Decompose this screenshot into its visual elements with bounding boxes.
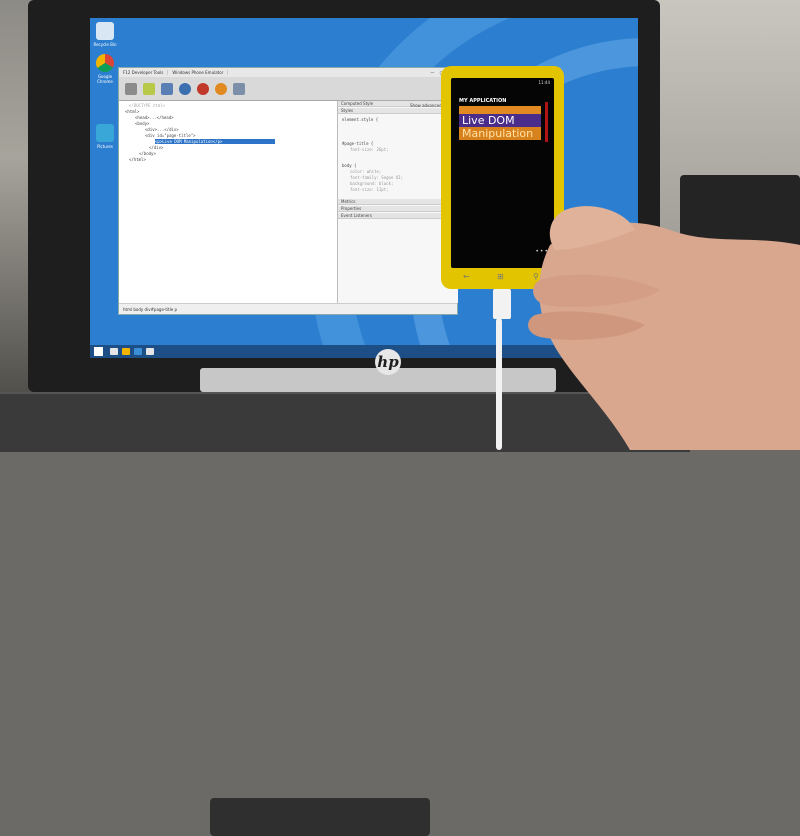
desktop-icon-label: Recycle Bin: [93, 42, 117, 47]
metrics-section[interactable]: Metrics: [338, 199, 458, 205]
styles-pane[interactable]: Computed Style Styles Show advanced elem…: [337, 101, 458, 303]
usb-plug: [493, 289, 511, 319]
taskbar-app-icon[interactable]: [146, 348, 154, 355]
element-style-rule: element.style {: [342, 117, 379, 122]
dom-node[interactable]: <body>: [135, 121, 149, 126]
dom-tree[interactable]: <!DOCTYPE html> <html> <head>...</head> …: [119, 101, 335, 303]
style-rule-property[interactable]: background: black;: [350, 181, 393, 186]
pictures-icon[interactable]: Pictures: [93, 124, 117, 149]
dom-node[interactable]: </div>: [149, 145, 163, 150]
style-rule-selector: #page-title {: [342, 141, 374, 146]
live-dom-text: Live DOM: [459, 114, 541, 127]
style-rule-property[interactable]: font-family: Segoe UI;: [350, 175, 403, 180]
dom-node-selected[interactable]: <p>Live DOM Manipulation</p>: [155, 139, 275, 144]
console-tool-icon[interactable]: [161, 82, 173, 95]
taskbar-app-icon[interactable]: [122, 348, 130, 355]
dom-node[interactable]: </html>: [129, 157, 146, 162]
devtools-window[interactable]: F12 Developer Tools Windows Phone Emulat…: [118, 67, 458, 315]
dom-node[interactable]: <div>...</div>: [145, 127, 179, 132]
dom-node[interactable]: <head>...</head>: [135, 115, 174, 120]
pictures-glyph: [96, 124, 114, 142]
devtools-toolbar: [119, 77, 457, 101]
devtools-body: <!DOCTYPE html> <html> <head>...</head> …: [119, 101, 458, 303]
properties-section[interactable]: Properties: [338, 206, 458, 212]
taskbar-app-icon[interactable]: [134, 348, 142, 355]
app-title: MY APPLICATION: [459, 98, 507, 104]
orange-bar: [459, 106, 541, 114]
dom-node[interactable]: <div id="page-title">: [145, 133, 196, 138]
dom-node[interactable]: <html>: [125, 109, 139, 114]
title-tab[interactable]: Windows Phone Emulator: [168, 70, 229, 75]
inspector-tool-icon[interactable]: [125, 82, 137, 95]
manipulation-text: Manipulation: [459, 127, 541, 140]
recycle-bin-glyph: [96, 22, 114, 40]
dom-explorer-tool-icon[interactable]: [143, 82, 155, 95]
taskbar-app-icon[interactable]: [110, 348, 118, 355]
usb-cable: [496, 318, 502, 450]
laptop-hinge: [200, 368, 556, 392]
hp-logo: hp: [375, 349, 401, 375]
show-advanced-checkbox[interactable]: Show advanced: [410, 103, 442, 108]
back-icon[interactable]: ←: [463, 272, 470, 281]
dom-node[interactable]: <!DOCTYPE html>: [129, 103, 165, 108]
debugger-tool-icon[interactable]: [179, 82, 191, 95]
style-rule-property[interactable]: color: white;: [350, 169, 381, 174]
style-rule-selector: body {: [342, 163, 357, 168]
dom-node[interactable]: </body>: [139, 151, 156, 156]
title-tab[interactable]: F12 Developer Tools: [119, 70, 169, 75]
desktop-icon-label: Pictures: [97, 144, 113, 149]
start-button-icon[interactable]: [94, 347, 103, 356]
touchpad: [210, 798, 430, 836]
network-tool-icon[interactable]: [197, 82, 209, 95]
devtools-breadcrumb[interactable]: html body div#page-title p: [119, 303, 457, 314]
phone-status-time: 11:44: [538, 80, 550, 85]
desktop-icon-label: Google Chrome: [97, 74, 113, 84]
event-listeners-section[interactable]: Event Listeners: [338, 213, 458, 219]
chrome-glyph: [96, 54, 114, 72]
style-rule-property[interactable]: font-size: 26pt;: [350, 147, 389, 152]
recycle-bin-icon[interactable]: Recycle Bin: [93, 22, 117, 47]
styles-tab[interactable]: Styles: [338, 108, 458, 114]
memory-tool-icon[interactable]: [233, 82, 245, 95]
style-rule-property[interactable]: font-size: 11pt;: [350, 187, 389, 192]
windows-icon[interactable]: ⊞: [497, 272, 504, 281]
chrome-icon[interactable]: Google Chrome: [93, 54, 117, 84]
hand: [528, 206, 800, 450]
red-indicator: [545, 102, 548, 142]
devtools-titlebar[interactable]: F12 Developer Tools Windows Phone Emulat…: [119, 68, 457, 77]
profiler-tool-icon[interactable]: [215, 82, 227, 95]
